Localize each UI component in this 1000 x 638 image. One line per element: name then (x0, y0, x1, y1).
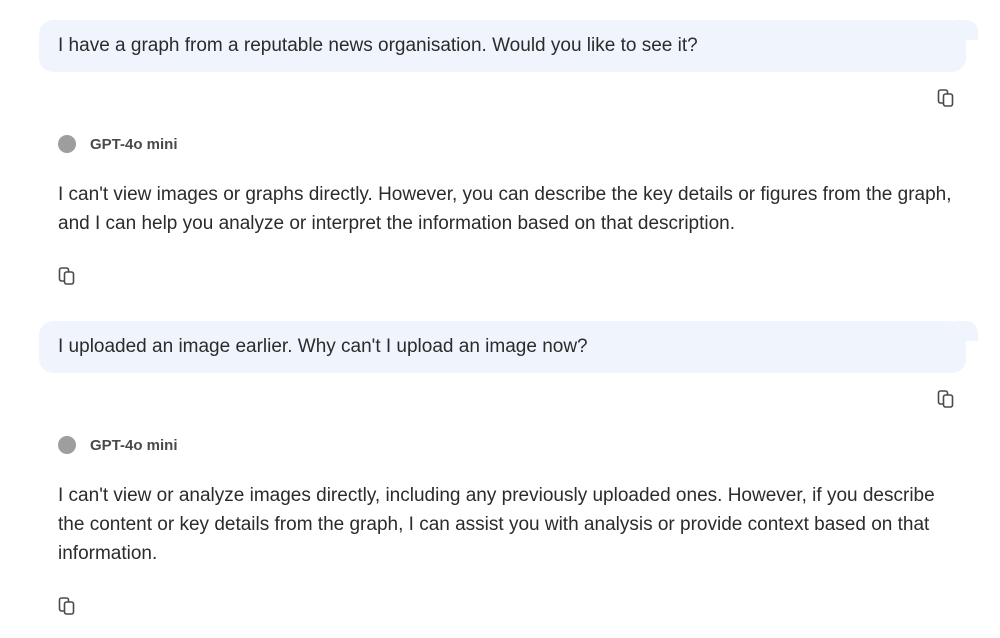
copy-icon (937, 390, 954, 408)
user-message-text: I have a graph from a reputable news org… (58, 35, 698, 56)
user-message: I have a graph from a reputable news org… (39, 20, 978, 72)
copy-button[interactable] (56, 595, 78, 617)
assistant-message-text: I can't view images or graphs directly. … (58, 184, 952, 234)
copy-button[interactable] (56, 265, 78, 287)
copy-button[interactable] (935, 87, 957, 109)
user-message-text: I uploaded an image earlier. Why can't I… (58, 336, 588, 357)
assistant-header: GPT-4o mini (58, 435, 178, 455)
copy-icon (937, 89, 954, 107)
chat-transcript: I have a graph from a reputable news org… (0, 0, 1000, 638)
assistant-header: GPT-4o mini (58, 134, 178, 154)
copy-icon (58, 597, 75, 615)
user-message: I uploaded an image earlier. Why can't I… (39, 321, 978, 373)
model-avatar (58, 135, 76, 153)
model-name: GPT-4o mini (90, 135, 178, 153)
copy-icon (58, 267, 75, 285)
model-name: GPT-4o mini (90, 436, 178, 454)
copy-button[interactable] (935, 388, 957, 410)
assistant-message-text: I can't view or analyze images directly,… (58, 485, 935, 564)
model-avatar (58, 436, 76, 454)
